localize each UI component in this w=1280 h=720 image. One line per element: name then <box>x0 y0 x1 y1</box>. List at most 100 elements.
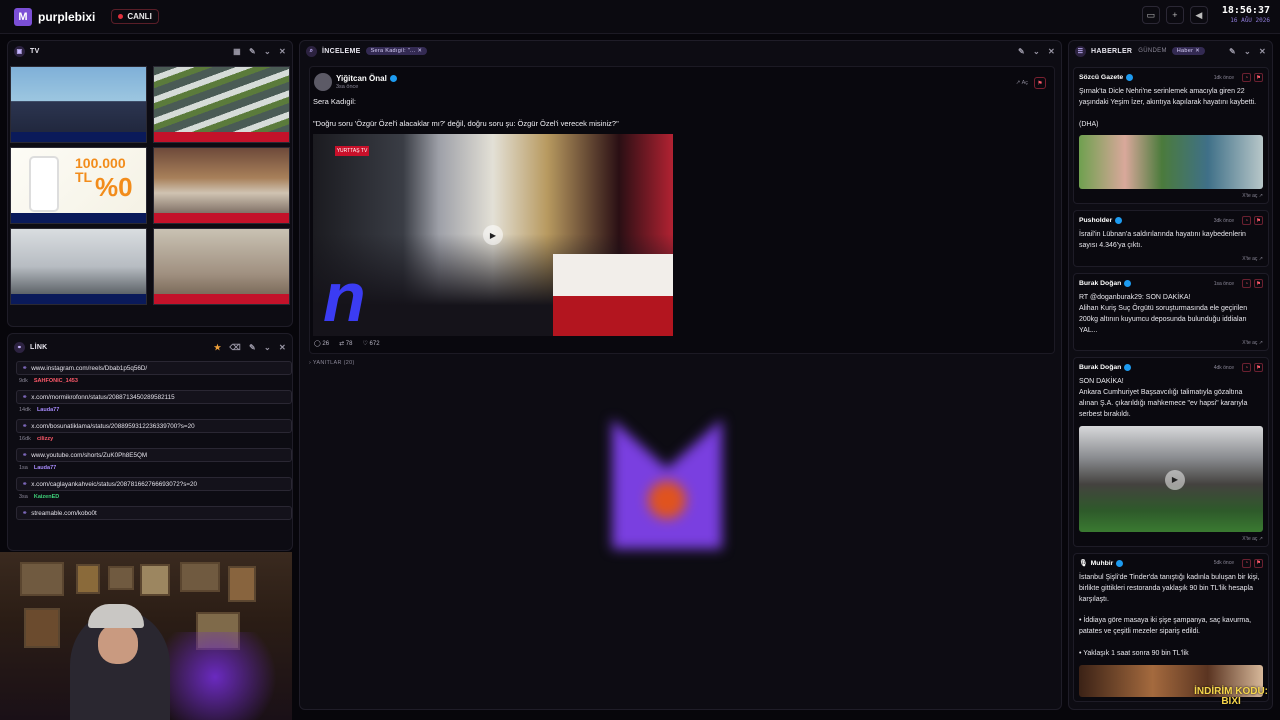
tab-gundem[interactable]: GÜNDEM <box>1138 48 1166 54</box>
like-count[interactable]: ♡ 672 <box>362 340 379 347</box>
app-logo[interactable]: M purplebixi <box>14 7 96 26</box>
verified-icon <box>1124 280 1132 288</box>
close-icon[interactable]: ✕ <box>1259 47 1266 56</box>
list-item[interactable]: ⚭ x.com/mormikrofonn/status/2088713450289… <box>16 390 292 413</box>
open-on-x-link[interactable]: X'te aç ↗ <box>1079 340 1263 346</box>
chevron-down-icon[interactable]: ⌄ <box>264 343 271 352</box>
bookmark-icon[interactable]: ⚑ <box>1254 558 1263 568</box>
clock-date: 16 AĞU 2026 <box>1230 17 1270 24</box>
haberler-panel: ☰ HABERLER GÜNDEM Haber ✕ ✎ ⌄ ✕ Sözcü Ga… <box>1068 40 1273 710</box>
news-feed: Sözcü Gazete 1dk önce ◔ ⚑ Şırnak'ta Dicle N… <box>1073 67 1269 708</box>
search-icon: ⌕ <box>306 45 317 57</box>
close-icon[interactable]: ✕ <box>1048 47 1055 56</box>
watermark-logo <box>612 419 722 549</box>
news-card[interactable]: 🎙 Muhbir 5dk önce ◔ ⚑ İstanbul Şişli'de Tind… <box>1073 552 1269 702</box>
link-icon: ⚭ <box>22 480 28 488</box>
avatar[interactable] <box>314 73 332 91</box>
tv-panel: ▣ TV ▦ ✎ ⌄ ✕ 100.000 TL %0 <box>7 40 293 327</box>
mic-icon: 🎙 <box>1079 560 1088 568</box>
volume-icon[interactable]: ◀ <box>1189 6 1208 24</box>
link-title: LİNK <box>30 343 48 351</box>
replies-toggle[interactable]: › YANITLAR (20) <box>309 360 355 366</box>
trash-icon[interactable]: ⌫ <box>229 343 241 352</box>
tv-channel-6[interactable] <box>153 228 290 305</box>
close-icon[interactable]: ✕ <box>279 47 286 56</box>
tv-channel-1[interactable] <box>10 66 147 143</box>
bookmark-icon[interactable]: ⚑ <box>1254 279 1263 289</box>
bell-icon[interactable]: ◔ <box>1242 363 1251 373</box>
list-item[interactable]: ⚭ x.com/caglayankahveic/status/2087816627… <box>16 477 292 500</box>
verified-icon <box>389 75 397 82</box>
tv-channel-3[interactable]: 100.000 TL %0 <box>10 147 147 224</box>
list-item[interactable]: ⚭ streamable.com/kobo0t <box>16 506 292 520</box>
open-on-x-link[interactable]: X'te aç ↗ <box>1079 256 1263 262</box>
channel-logo: YURTTAŞ TV <box>335 146 369 156</box>
tv-icon: ▣ <box>14 45 25 57</box>
live-badge: CANLI <box>111 9 159 24</box>
topic-chip[interactable]: Sera Kadıgil: "... ✕ <box>365 47 428 55</box>
chevron-down-icon[interactable]: ⌄ <box>1033 47 1040 56</box>
open-link[interactable]: ↗ Aç <box>1016 80 1028 86</box>
news-image[interactable] <box>1079 135 1263 190</box>
news-card[interactable]: Burak Doğan 1sa önce ◔ ⚑ RT @doganburak29: … <box>1073 273 1269 352</box>
add-icon[interactable]: + <box>1165 6 1184 24</box>
bell-icon[interactable]: ◔ <box>1242 279 1251 289</box>
link-icon: ⚭ <box>22 451 28 459</box>
logo-icon: M <box>14 7 32 26</box>
bookmark-icon[interactable]: ⚑ <box>1254 73 1263 82</box>
bell-icon[interactable]: ◔ <box>1242 73 1251 82</box>
haberler-title: HABERLER <box>1091 47 1133 55</box>
bookmark-icon[interactable]: ⚑ <box>1034 77 1046 89</box>
edit-icon[interactable]: ✎ <box>1018 47 1025 56</box>
reply-count[interactable]: ◯ 26 <box>314 340 329 347</box>
top-bar: M purplebixi CANLI ▭ + ◀ 18:56:37 16 AĞU… <box>0 0 1280 34</box>
app-name: purplebixi <box>38 9 96 24</box>
retweet-count[interactable]: ⇄ 78 <box>339 340 352 347</box>
close-icon[interactable]: ✕ <box>279 343 286 352</box>
inceleme-panel-header: ⌕ İNCELEME Sera Kadıgil: "... ✕ ✎ ⌄ ✕ <box>300 41 1061 61</box>
edit-icon[interactable]: ✎ <box>249 343 256 352</box>
filter-chip[interactable]: Haber ✕ <box>1171 47 1205 55</box>
chevron-down-icon[interactable]: ⌄ <box>264 47 271 56</box>
open-on-x-link[interactable]: X'te aç ↗ <box>1079 193 1263 199</box>
tv-grid: 100.000 TL %0 <box>10 66 290 305</box>
bell-icon[interactable]: ◔ <box>1242 216 1251 226</box>
news-card[interactable]: Burak Doğan 4dk önce ◔ ⚑ SON DAKİKA! Ankara… <box>1073 357 1269 547</box>
live-dot-icon <box>118 14 124 19</box>
verified-icon <box>1116 559 1124 567</box>
verified-icon <box>1124 364 1132 372</box>
tv-channel-5[interactable] <box>10 228 147 305</box>
edit-icon[interactable]: ✎ <box>249 47 256 56</box>
top-right-controls: ▭ + ◀ 18:56:37 16 AĞU 2026 <box>1141 6 1270 24</box>
bookmark-icon[interactable]: ⚑ <box>1254 216 1263 226</box>
tv-promo-zero: %0 <box>95 172 133 202</box>
news-video[interactable]: ▶ <box>1079 425 1263 532</box>
play-icon[interactable]: ▶ <box>483 225 503 245</box>
list-item[interactable]: ⚭ x.com/bosunatiklama/status/208895931223… <box>16 419 292 442</box>
tv-channel-2[interactable] <box>153 66 290 143</box>
edit-icon[interactable]: ✎ <box>1229 47 1236 56</box>
news-card[interactable]: Pusholder 3dk önce ◔ ⚑ İsrail'in Lübnan'a s… <box>1073 210 1269 268</box>
tweet-author[interactable]: Yiğitcan Önal <box>336 74 397 83</box>
grid-icon[interactable]: ▦ <box>233 47 241 56</box>
chevron-down-icon[interactable]: ⌄ <box>1244 47 1251 56</box>
link-icon: ⚭ <box>22 509 28 517</box>
tweet-video[interactable]: YURTTAŞ TV n ▶ <box>313 134 673 336</box>
list-item[interactable]: ⚭ www.youtube.com/shorts/ZuK0Ph8E5QM 1sa L… <box>16 448 292 471</box>
link-panel: ⚭ LİNK ★ ⌫ ✎ ⌄ ✕ ⚭ www.instagram.com/reel… <box>7 333 293 551</box>
tweet-card: Yiğitcan Önal 3sa önce ↗ Aç ⚑ Sera Kadıg… <box>309 66 1055 354</box>
list-item[interactable]: ⚭ www.instagram.com/reels/Dbab1p5q56D/ 9d… <box>16 361 292 384</box>
tv-channel-4[interactable] <box>153 147 290 224</box>
promo-overlay: İNDİRİM KODU: BIXI <box>1194 686 1268 707</box>
open-on-x-link[interactable]: X'te aç ↗ <box>1079 536 1263 542</box>
news-card[interactable]: Sözcü Gazete 1dk önce ◔ ⚑ Şırnak'ta Dicle N… <box>1073 67 1269 205</box>
star-icon[interactable]: ★ <box>214 343 221 352</box>
window-icon[interactable]: ▭ <box>1141 6 1160 24</box>
play-icon[interactable]: ▶ <box>1165 469 1185 490</box>
clock: 18:56:37 16 AĞU 2026 <box>1222 6 1270 24</box>
tv-panel-header: ▣ TV ▦ ✎ ⌄ ✕ <box>8 41 292 61</box>
bookmark-icon[interactable]: ⚑ <box>1254 363 1263 373</box>
webcam-feed <box>0 552 292 720</box>
clock-time: 18:56:37 <box>1221 5 1270 16</box>
bell-icon[interactable]: ◔ <box>1242 558 1251 568</box>
